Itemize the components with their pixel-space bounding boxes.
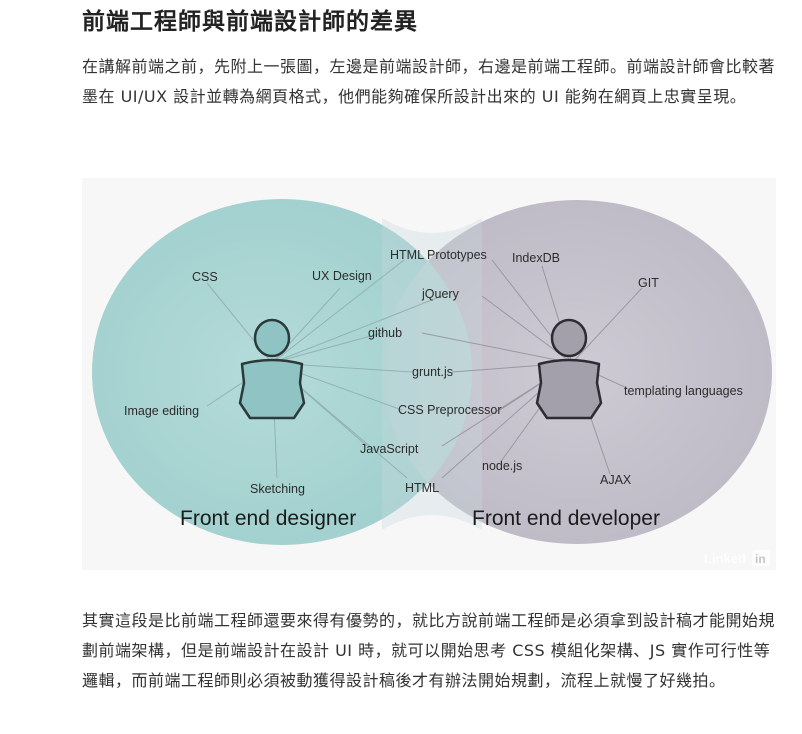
skill-nodejs: node.js bbox=[482, 459, 522, 473]
skill-templating-languages: templating languages bbox=[624, 384, 743, 398]
skill-github: github bbox=[368, 326, 402, 340]
skill-ajax: AJAX bbox=[600, 473, 632, 487]
skill-ux-design: UX Design bbox=[312, 269, 372, 283]
skill-git: GIT bbox=[638, 276, 659, 290]
skill-gruntjs: grunt.js bbox=[412, 365, 453, 379]
body-paragraph: 其實這段是比前端工程師還要來得有優勢的，就比方說前端工程師是必須拿到設計稿才能開… bbox=[82, 611, 776, 690]
linkedin-watermark: Linked in bbox=[704, 550, 770, 566]
designer-title: Front end designer bbox=[180, 507, 356, 530]
skill-html: HTML bbox=[405, 481, 439, 495]
venn-diagram: CSS UX Design Image editing Sketching HT… bbox=[92, 199, 772, 566]
skill-sketching: Sketching bbox=[250, 482, 305, 496]
intro-paragraph: 在講解前端之前，先附上一張圖，左邊是前端設計師，右邊是前端工程師。前端設計師會比… bbox=[82, 57, 776, 106]
developer-title: Front end developer bbox=[472, 507, 660, 530]
venn-diagram-figure: CSS UX Design Image editing Sketching HT… bbox=[82, 178, 776, 570]
skill-css-preprocessor: CSS Preprocessor bbox=[398, 403, 502, 417]
linkedin-brand: Linked bbox=[704, 551, 746, 566]
skill-jquery: jQuery bbox=[421, 287, 460, 301]
skill-image-editing: Image editing bbox=[124, 404, 199, 418]
skill-html-prototypes: HTML Prototypes bbox=[390, 248, 487, 262]
skill-indexdb: IndexDB bbox=[512, 251, 560, 265]
article-heading: 前端工程師與前端設計師的差異 bbox=[82, 9, 418, 35]
skill-css: CSS bbox=[192, 270, 218, 284]
skill-javascript: JavaScript bbox=[360, 442, 419, 456]
linkedin-in: in bbox=[755, 552, 766, 566]
